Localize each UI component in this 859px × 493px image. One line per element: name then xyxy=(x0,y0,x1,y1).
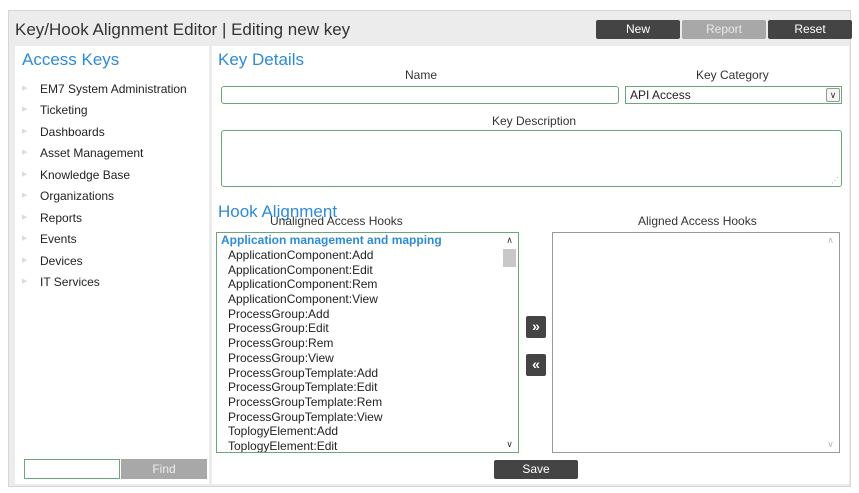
report-button[interactable]: Report xyxy=(682,20,766,39)
sidebar-item[interactable]: ▶ Events xyxy=(22,229,187,251)
reset-button[interactable]: Reset xyxy=(768,20,852,39)
scroll-thumb[interactable] xyxy=(503,249,516,267)
list-item[interactable]: ToplogyElement:Add xyxy=(217,424,518,439)
new-button[interactable]: New xyxy=(596,20,680,39)
resize-grip-icon[interactable]: ⋰ xyxy=(831,176,839,185)
triangle-right-icon[interactable]: ▶ xyxy=(22,278,30,286)
find-input[interactable] xyxy=(24,459,120,479)
aligned-hooks-list[interactable]: ∧ ∨ xyxy=(552,232,840,453)
page-title: Key/Hook Alignment Editor | Editing new … xyxy=(15,20,351,39)
list-item[interactable]: ProcessGroup:Add xyxy=(217,307,518,322)
name-label: Name xyxy=(405,68,438,82)
triangle-right-icon[interactable]: ▶ xyxy=(22,106,30,114)
unaligned-items: ApplicationComponent:Add ApplicationCompo… xyxy=(217,248,518,452)
hook-group-header: Application management and mapping xyxy=(221,233,442,247)
key-description-field[interactable]: ⋰ xyxy=(221,130,842,187)
find-button[interactable]: Find xyxy=(121,459,207,479)
sidebar-item-label: Events xyxy=(40,232,77,247)
triangle-right-icon[interactable]: ▶ xyxy=(22,257,30,265)
sidebar-item[interactable]: ▶ Reports xyxy=(22,207,187,229)
triangle-right-icon[interactable]: ▶ xyxy=(22,85,30,93)
scroll-down-icon[interactable]: ∨ xyxy=(501,437,518,452)
access-keys-heading: Access Keys xyxy=(22,50,120,69)
triangle-right-icon[interactable]: ▶ xyxy=(22,214,30,222)
list-item[interactable]: ProcessGroup:View xyxy=(217,351,518,366)
sidebar-item[interactable]: ▶ Ticketing xyxy=(22,100,187,122)
sidebar-item-label: Knowledge Base xyxy=(40,167,131,182)
list-item[interactable]: ProcessGroupTemplate:Edit xyxy=(217,380,518,395)
triangle-right-icon[interactable]: ▶ xyxy=(22,149,30,157)
sidebar-item-label: Devices xyxy=(40,253,83,268)
sidebar-item-label: Asset Management xyxy=(40,146,144,161)
list-item[interactable]: ProcessGroup:Rem xyxy=(217,336,518,351)
list-item[interactable]: ApplicationComponent:View xyxy=(217,292,518,307)
key-description-label: Key Description xyxy=(492,114,577,128)
key-details-heading: Key Details xyxy=(218,50,304,69)
sidebar-item[interactable]: ▶ Asset Management xyxy=(22,143,187,165)
unaligned-scrollbar[interactable]: ∧ ∨ xyxy=(501,233,518,452)
sidebar-item[interactable]: ▶ Knowledge Base xyxy=(22,164,187,186)
triangle-right-icon[interactable]: ▶ xyxy=(22,192,30,200)
list-item[interactable]: ToplogyElement:Edit xyxy=(217,439,518,452)
unaligned-hooks-label: Unaligned Access Hooks xyxy=(270,214,403,228)
access-keys-panel: Access Keys ▶ EM7 System Administration ▶ T… xyxy=(15,46,209,484)
list-item[interactable]: ProcessGroup:Edit xyxy=(217,321,518,336)
scroll-up-icon[interactable]: ∧ xyxy=(822,233,839,248)
chevron-down-icon[interactable]: ∨ xyxy=(826,88,840,102)
scroll-up-icon[interactable]: ∧ xyxy=(501,233,518,248)
sidebar-item[interactable]: ▶ Dashboards xyxy=(22,121,187,143)
name-field[interactable] xyxy=(221,86,619,104)
move-left-button[interactable]: « xyxy=(526,354,546,376)
triangle-right-icon[interactable]: ▶ xyxy=(22,128,30,136)
aligned-scrollbar[interactable]: ∧ ∨ xyxy=(822,233,839,452)
key-category-label: Key Category xyxy=(696,68,769,82)
list-item[interactable]: ApplicationComponent:Rem xyxy=(217,277,518,292)
unaligned-hooks-list[interactable]: Application management and mapping Appli… xyxy=(216,232,519,453)
list-item[interactable]: ApplicationComponent:Add xyxy=(217,248,518,263)
sidebar-item-label: Ticketing xyxy=(40,103,88,118)
list-item[interactable]: ProcessGroupTemplate:Add xyxy=(217,366,518,381)
list-item[interactable]: ProcessGroupTemplate:View xyxy=(217,410,518,425)
move-right-button[interactable]: » xyxy=(526,316,546,338)
sidebar-item[interactable]: ▶ Organizations xyxy=(22,186,187,208)
list-item[interactable]: ApplicationComponent:Edit xyxy=(217,263,518,278)
key-category-value: API Access xyxy=(630,88,691,102)
sidebar-item-label: EM7 System Administration xyxy=(40,81,187,96)
triangle-right-icon[interactable]: ▶ xyxy=(22,235,30,243)
sidebar-item-label: Organizations xyxy=(40,189,115,204)
scroll-down-icon[interactable]: ∨ xyxy=(822,437,839,452)
triangle-right-icon[interactable]: ▶ xyxy=(22,171,30,179)
aligned-hooks-label: Aligned Access Hooks xyxy=(638,214,757,228)
sidebar-item-label: Dashboards xyxy=(40,124,105,139)
sidebar-item[interactable]: ▶ EM7 System Administration xyxy=(22,78,187,100)
key-editor-panel: Key Details Name Key Category API Access… xyxy=(212,46,849,484)
sidebar-item-label: IT Services xyxy=(40,275,100,290)
sidebar-item-label: Reports xyxy=(40,210,83,225)
access-keys-list: ▶ EM7 System Administration ▶ Ticketing ▶ Das… xyxy=(22,78,187,293)
sidebar-item[interactable]: ▶ IT Services xyxy=(22,272,187,294)
save-button[interactable]: Save xyxy=(494,460,578,479)
key-category-select[interactable]: API Access ∨ xyxy=(625,86,842,104)
sidebar-item[interactable]: ▶ Devices xyxy=(22,250,187,272)
list-item[interactable]: ProcessGroupTemplate:Rem xyxy=(217,395,518,410)
